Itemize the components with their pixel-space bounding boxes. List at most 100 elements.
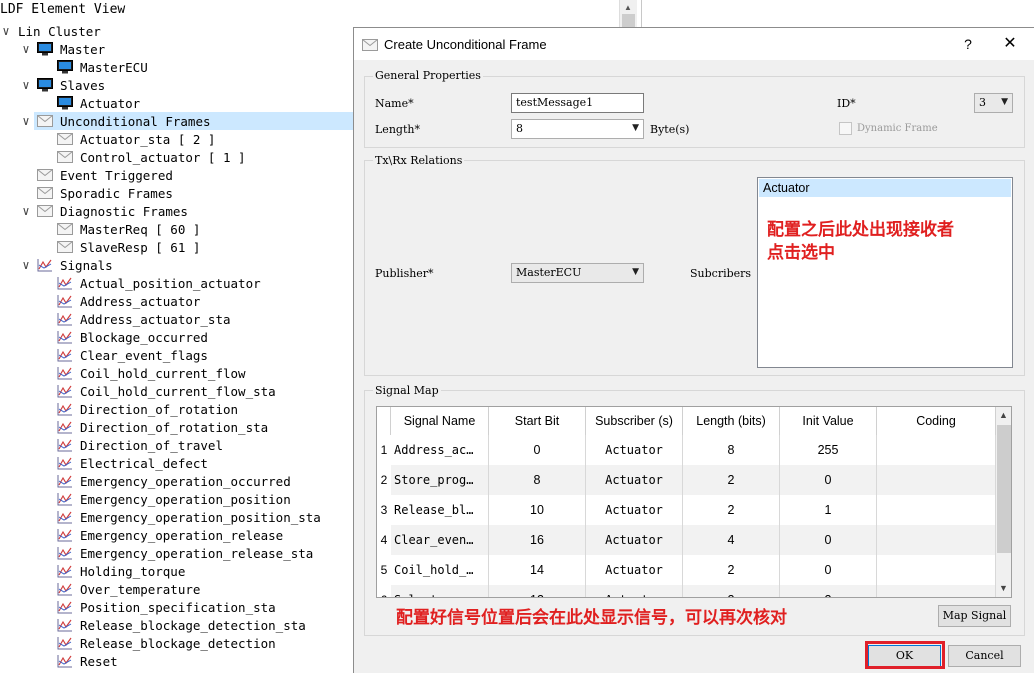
table-scrollbar[interactable]: ▲ ▼ [996, 407, 1011, 597]
annotation-line-1: 配置之后此处出现接收者 [767, 220, 954, 239]
signal-icon [56, 618, 74, 632]
table-cell[interactable]: Actuator [586, 585, 683, 597]
scroll-up-icon[interactable]: ▲ [624, 3, 632, 12]
table-cell[interactable]: Select_pos… [391, 585, 489, 597]
scroll-thumb[interactable] [997, 425, 1011, 553]
table-cell[interactable]: Actuator [586, 495, 683, 525]
collapse-toggle-icon[interactable]: ∨ [20, 42, 32, 56]
ecu-icon [56, 96, 74, 110]
table-cell[interactable]: 2 [683, 585, 780, 597]
tree-item-label: Unconditional Frames [60, 113, 211, 129]
column-header[interactable]: Subscriber (s) [586, 407, 683, 435]
general-properties-group [364, 76, 1025, 148]
table-cell[interactable]: Store_prog… [391, 465, 489, 495]
collapse-toggle-icon[interactable]: ∨ [0, 24, 12, 38]
collapse-toggle-icon[interactable]: ∨ [20, 78, 32, 92]
table-cell[interactable] [877, 465, 996, 495]
dialog-titlebar[interactable]: Create Unconditional Frame ? ✕ [354, 28, 1034, 60]
table-cell[interactable]: Actuator [586, 435, 683, 465]
column-header[interactable]: Length (bits) [683, 407, 780, 435]
tree-item-label: Master [60, 41, 106, 57]
group-title-txrx: Tx\Rx Relations [373, 154, 465, 167]
frame-icon [56, 240, 74, 254]
table-cell[interactable]: Clear_even… [391, 525, 489, 555]
table-cell[interactable]: 0 [780, 525, 877, 555]
dynamic-frame-checkbox[interactable] [839, 122, 852, 135]
table-cell[interactable]: 4 [683, 525, 780, 555]
collapse-toggle-icon[interactable]: ∨ [20, 114, 32, 128]
tree-scrollbar[interactable]: ▲ [619, 0, 637, 30]
table-cell[interactable]: Release_bl… [391, 495, 489, 525]
table-cell[interactable]: Coil_hold_… [391, 555, 489, 585]
subscriber-item-actuator[interactable]: Actuator [759, 179, 1011, 197]
frame-icon [56, 222, 74, 236]
collapse-toggle-icon[interactable]: ∨ [20, 204, 32, 218]
table-cell[interactable]: 8 [489, 465, 586, 495]
signal-icon [56, 654, 74, 668]
table-cell[interactable]: Actuator [586, 525, 683, 555]
table-cell[interactable] [877, 555, 996, 585]
table-cell[interactable]: 14 [489, 555, 586, 585]
signal-map-table[interactable]: Signal Name Start Bit Subscriber (s) Length… [376, 406, 1012, 598]
table-cell[interactable]: 0 [780, 465, 877, 495]
table-cell[interactable]: 2 [683, 465, 780, 495]
tree-item-label: Coil_hold_current_flow [80, 365, 246, 381]
close-button[interactable]: ✕ [999, 33, 1021, 55]
table-cell[interactable]: 255 [780, 435, 877, 465]
row-number[interactable]: 5 [377, 555, 391, 585]
signal-icon [56, 528, 74, 542]
length-label: Length* [375, 123, 420, 136]
table-cell[interactable]: 10 [489, 495, 586, 525]
id-value: 3 [979, 96, 986, 109]
column-header[interactable]: Start Bit [489, 407, 586, 435]
table-cell[interactable] [877, 495, 996, 525]
column-header[interactable]: Init Value [780, 407, 877, 435]
table-cell[interactable]: 12 [489, 585, 586, 597]
table-cell[interactable] [877, 525, 996, 555]
table-cell[interactable]: 8 [683, 435, 780, 465]
table-cell[interactable]: 2 [683, 555, 780, 585]
scroll-down-icon[interactable]: ▼ [999, 583, 1008, 593]
table-cell[interactable] [877, 435, 996, 465]
subscribers-list[interactable]: Actuator [757, 177, 1013, 368]
name-input[interactable]: testMessage1 [511, 93, 644, 113]
tree-item-label: Lin Cluster [18, 23, 101, 39]
map-signal-button[interactable]: Map Signal [938, 605, 1011, 627]
signal-icon [56, 510, 74, 524]
row-number[interactable]: 4 [377, 525, 391, 555]
id-select[interactable]: 3 ▼ [974, 93, 1013, 113]
tree-item-label: Emergency_operation_release_sta [80, 545, 314, 561]
column-header[interactable]: Signal Name [391, 407, 489, 435]
collapse-toggle-icon[interactable]: ∨ [20, 258, 32, 272]
tree-item-label: Actuator [80, 95, 141, 111]
tree-item[interactable]: ∨ Unconditional Frames [22, 112, 353, 130]
table-corner [377, 407, 391, 435]
table-cell[interactable]: 16 [489, 525, 586, 555]
table-cell[interactable]: Actuator [586, 555, 683, 585]
table-cell[interactable]: 2 [683, 495, 780, 525]
signal-icon [56, 438, 74, 452]
signal-icon [56, 420, 74, 434]
signal-icon [56, 600, 74, 614]
tree-item-label: Release_blockage_detection [80, 635, 276, 651]
column-header[interactable]: Coding [877, 407, 996, 435]
publisher-select[interactable]: MasterECU ▼ [511, 263, 644, 283]
cancel-button[interactable]: Cancel [948, 645, 1021, 667]
table-cell[interactable]: 2 [780, 585, 877, 597]
table-cell[interactable]: Actuator [586, 465, 683, 495]
tree-item-label: Emergency_operation_release [80, 527, 284, 543]
row-number[interactable]: 1 [377, 435, 391, 465]
help-button[interactable]: ? [958, 33, 978, 55]
length-select[interactable]: 8 ▼ [511, 119, 644, 139]
row-number[interactable]: 3 [377, 495, 391, 525]
scroll-up-icon[interactable]: ▲ [999, 410, 1008, 420]
tree-item-label: Direction_of_rotation [80, 401, 239, 417]
chevron-down-icon: ▼ [632, 267, 639, 277]
table-cell[interactable]: 0 [489, 435, 586, 465]
table-cell[interactable] [877, 585, 996, 597]
table-cell[interactable]: 1 [780, 495, 877, 525]
row-number[interactable]: 2 [377, 465, 391, 495]
row-number[interactable]: 6 [377, 585, 391, 597]
table-cell[interactable]: Address_ac… [391, 435, 489, 465]
table-cell[interactable]: 0 [780, 555, 877, 585]
